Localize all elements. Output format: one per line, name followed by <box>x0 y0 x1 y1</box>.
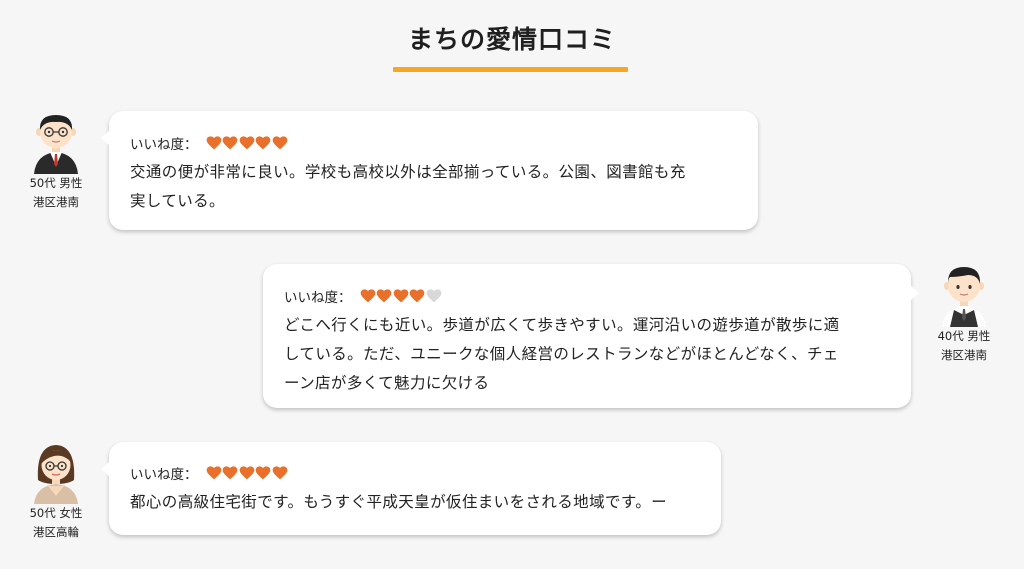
heart-icon <box>255 136 271 150</box>
page-title: まちの愛情口コミ <box>407 25 616 54</box>
comment-line: どこへ行くにも近い。歩道が広くて歩きやすい。運河沿いの遊歩道が散歩に適 <box>284 316 840 334</box>
man-vest-icon <box>942 267 986 327</box>
rating-label: いいね度： <box>284 290 352 306</box>
heart-rating <box>206 466 289 480</box>
heart-icon <box>206 136 221 150</box>
reviewer-age-gender: 50代 女性 <box>29 506 83 520</box>
bubble-tail <box>911 286 919 300</box>
bubble-tail <box>101 462 109 476</box>
heart-icon <box>272 466 287 480</box>
reviewer-area: 港区港南 <box>941 348 987 362</box>
rating-row: いいね度： <box>284 286 891 306</box>
review-bubble-1: いいね度： 交通の便が非常に良い。学校も高校以外は全部揃っている。公園、図書館も… <box>101 111 758 230</box>
review-bubble-2: いいね度： どこへ行くにも近い。歩道が広くて歩きやすい。運河沿いの遊歩道が散歩に… <box>263 264 919 408</box>
review-comment: 交通の便が非常に良い。学校も高校以外は全部揃っている。公園、図書館も充 実してい… <box>130 158 738 216</box>
rating-row: いいね度： <box>130 133 738 153</box>
review-comment: どこへ行くにも近い。歩道が広くて歩きやすい。運河沿いの遊歩道が散歩に適 している… <box>284 311 891 398</box>
comment-line: ーン店が多くて魅力に欠ける <box>284 374 490 392</box>
reviewer-2: 40代 男性 港区港南 <box>928 263 1000 365</box>
review-bubble-3: いいね度： 都心の高級住宅街です。もうすぐ平成天皇が仮住まいをされる地域です。ー <box>101 442 721 535</box>
reviewer-age-gender: 40代 男性 <box>937 329 991 343</box>
heart-icon <box>239 136 254 150</box>
heart-icon <box>206 466 221 480</box>
reviewer-1: 50代 男性 港区港南 <box>20 110 92 212</box>
heart-icon <box>272 136 287 150</box>
reviewer-age-gender: 50代 男性 <box>29 176 83 190</box>
comment-line: 都心の高級住宅街です。もうすぐ平成天皇が仮住まいをされる地域です。ー <box>130 493 668 511</box>
heart-icon <box>393 289 408 303</box>
rating-label: いいね度： <box>130 137 198 153</box>
comment-line: している。ただ、ユニークな個人経営のレストランなどがほとんどなく、チェ <box>284 345 839 363</box>
rating-row: いいね度： <box>130 463 701 483</box>
heart-rating <box>206 136 289 150</box>
reviewer-area: 港区港南 <box>33 195 79 209</box>
heart-icon <box>360 289 375 303</box>
reviewer-3: 50代 女性 港区高輪 <box>20 440 92 542</box>
heart-icon <box>239 466 254 480</box>
reviewer-area: 港区高輪 <box>33 525 79 539</box>
heart-icon <box>222 136 238 150</box>
heart-rating <box>360 289 443 303</box>
review-comment: 都心の高級住宅街です。もうすぐ平成天皇が仮住まいをされる地域です。ー <box>130 488 701 517</box>
heart-icon <box>376 289 392 303</box>
heart-icon <box>222 466 238 480</box>
woman-glasses-icon <box>34 445 78 504</box>
title-underline <box>393 67 628 72</box>
man-glasses-suit-icon <box>34 115 78 174</box>
heart-icon <box>255 466 271 480</box>
heart-icon <box>409 289 425 303</box>
comment-line: 実している。 <box>130 192 225 210</box>
heart-icon <box>426 289 441 303</box>
comment-line: 交通の便が非常に良い。学校も高校以外は全部揃っている。公園、図書館も充 <box>130 163 686 181</box>
rating-label: いいね度： <box>130 467 198 483</box>
bubble-tail <box>101 131 109 145</box>
